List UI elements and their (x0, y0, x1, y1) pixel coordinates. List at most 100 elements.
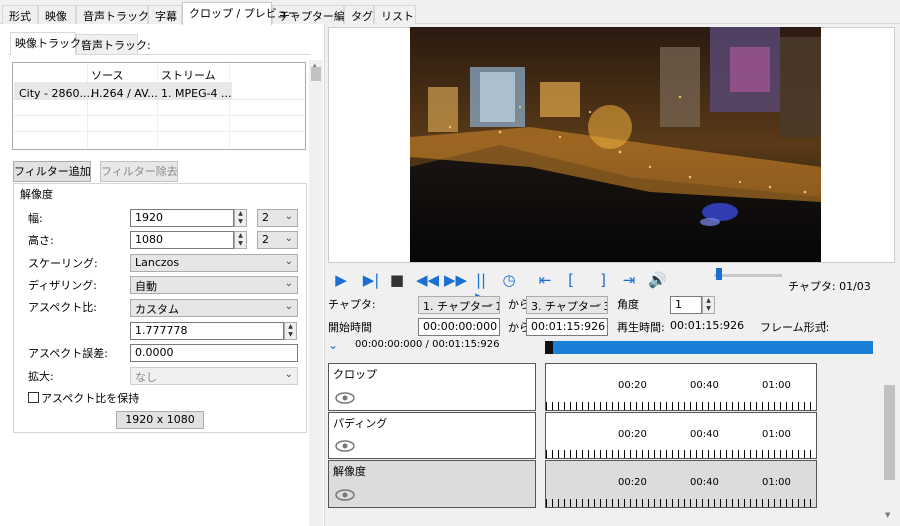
height-label: 高さ: (28, 234, 54, 247)
stop-icon[interactable]: ■ (388, 271, 406, 289)
tab-crop-preview[interactable]: クロップ / プレビュー (182, 2, 299, 25)
start-time-input[interactable]: 00:00:00:000 (418, 318, 500, 336)
ruler-label: 00:20 (618, 477, 647, 488)
tab-subtitles[interactable]: 字幕 (148, 5, 182, 24)
subtab-audio-track[interactable]: 音声トラック: (76, 34, 151, 54)
scaling-label: スケーリング: (28, 257, 98, 270)
tab-format[interactable]: 形式 (2, 5, 38, 24)
timeline-ruler-crop[interactable]: 00:20 00:40 01:00 (545, 363, 817, 411)
clock-icon[interactable]: ◷ (500, 271, 518, 289)
next-chapter-icon[interactable]: ||▶ (472, 271, 490, 307)
table-cell-name: City - 2860.... (19, 87, 94, 100)
table-cell-source: H.264 / AV... (91, 87, 158, 100)
ruler-label: 00:20 (618, 429, 647, 440)
width-input[interactable]: 1920 (130, 209, 234, 227)
height-spinner[interactable]: ▲ ▼ (234, 231, 247, 249)
timeline-ruler-resolution[interactable]: 00:20 00:40 01:00 (545, 460, 817, 508)
timeline-track-padding[interactable]: パディング (328, 412, 536, 459)
aspect-number-input[interactable]: 1.777778 (130, 322, 284, 340)
left-scrollbar[interactable]: ▲ (309, 60, 323, 526)
width-label: 幅: (28, 212, 43, 225)
chapter-label: チャプタ: (328, 298, 376, 311)
go-to-start-icon[interactable]: ⇤ (536, 271, 554, 289)
angle-spinner[interactable]: ▲ ▼ (702, 296, 715, 314)
timeline-track-crop[interactable]: クロップ (328, 363, 536, 411)
track-table: ソース ストリーム City - 2860.... H.264 / AV... … (12, 62, 306, 150)
width-multiple-select[interactable]: 2 ⌄ (257, 209, 298, 227)
scaling-select[interactable]: Lanczos ⌄ (130, 254, 298, 272)
volume-icon[interactable]: 🔊 (648, 271, 667, 289)
track-label-padding: パディング (333, 417, 388, 430)
go-to-end-icon[interactable]: ⇥ (620, 271, 638, 289)
ruler-label: 01:00 (762, 429, 791, 440)
aspect-select[interactable]: カスタム ⌄ (130, 299, 298, 317)
resolution-size-button[interactable]: 1920 x 1080 (116, 411, 204, 429)
ruler-label: 00:40 (690, 477, 719, 488)
start-time-label: 開始時間 (328, 321, 372, 334)
playback-progress-bar[interactable] (545, 341, 873, 354)
table-header-stream[interactable]: ストリーム (161, 67, 216, 83)
table-cell-stream: 1. MPEG-4 ... (161, 87, 232, 100)
angle-label: 角度 (617, 298, 639, 311)
width-spinner[interactable]: ▲ ▼ (234, 209, 247, 227)
height-multiple-value: 2 (262, 233, 269, 246)
aspect-error-label: アスペクト誤差: (28, 347, 108, 360)
zoom-value: なし (135, 371, 157, 384)
mark-out-icon[interactable]: ] (594, 271, 612, 289)
aspect-error-input[interactable]: 0.0000 (130, 344, 298, 362)
tab-tags[interactable]: タグ (344, 5, 374, 24)
ruler-label: 00:20 (618, 380, 647, 391)
dither-label: ディザリング: (28, 279, 97, 292)
height-multiple-select[interactable]: 2 ⌄ (257, 231, 298, 249)
rewind-icon[interactable]: ◀◀ (416, 271, 439, 289)
eye-icon[interactable] (335, 489, 355, 501)
playhead[interactable] (545, 341, 553, 354)
eye-icon[interactable] (335, 440, 355, 452)
chevron-down-icon[interactable]: ⌄ (328, 339, 342, 351)
aspect-label: アスペクト比: (28, 301, 97, 314)
video-frame[interactable] (410, 27, 821, 262)
eye-icon[interactable] (335, 392, 355, 404)
keep-aspect-label[interactable]: アスペクト比を保持 (41, 390, 139, 406)
chevron-down-icon: ⌄ (284, 256, 293, 267)
remove-filter-button: フィルター除去 (100, 161, 178, 182)
timeline-track-resolution[interactable]: 解像度 (328, 460, 536, 508)
volume-slider[interactable] (714, 274, 782, 277)
timeline-ruler-padding[interactable]: 00:20 00:40 01:00 (545, 412, 817, 459)
fast-forward-icon[interactable]: ▶▶ (444, 271, 467, 289)
chapter-to-select[interactable]: 3. チャプター 3 ⌄ (526, 296, 608, 314)
chevron-down-icon: ⌄ (284, 369, 293, 380)
time-readout: 00:00:00:000 / 00:01:15:926 (355, 339, 500, 349)
keep-aspect-checkbox[interactable] (28, 392, 39, 403)
tab-audio-track-1[interactable]: 音声トラック 1 (76, 5, 160, 24)
table-header-source[interactable]: ソース (91, 67, 123, 83)
aspect-number-spinner[interactable]: ▲ ▼ (284, 322, 297, 340)
city-night-image (410, 27, 821, 262)
tab-video[interactable]: 映像 (38, 5, 76, 24)
frame-type-label: フレーム形式: (760, 321, 830, 334)
angle-input[interactable]: 1 (670, 296, 702, 314)
subtab-video-track[interactable]: 映像トラック: (10, 32, 85, 55)
zoom-select: なし ⌄ (130, 367, 298, 385)
step-forward-icon[interactable]: ▶| (362, 271, 380, 289)
timeline-scrollbar[interactable]: ▼ (881, 363, 898, 521)
chevron-down-icon: ⌄ (284, 301, 293, 312)
tab-list[interactable]: リスト (374, 5, 416, 24)
volume-slider-thumb[interactable] (716, 268, 722, 280)
track-label-resolution: 解像度 (333, 465, 366, 478)
duration-value: 00:01:15:926 (670, 319, 745, 332)
ruler-label: 00:40 (690, 380, 719, 391)
mark-in-icon[interactable]: [ (562, 271, 580, 289)
width-multiple-value: 2 (262, 211, 269, 224)
height-input[interactable]: 1080 (130, 231, 234, 249)
add-filter-button[interactable]: フィルター追加 (13, 161, 91, 182)
chevron-down-icon: ⌄ (284, 233, 293, 244)
dither-value: 自動 (135, 280, 157, 293)
ruler-label: 01:00 (762, 477, 791, 488)
dither-select[interactable]: 自動 ⌄ (130, 276, 298, 294)
chevron-down-icon: ⌄ (284, 278, 293, 289)
chapter-from-select[interactable]: 1. チャプター 1 ⌄ (418, 296, 500, 314)
end-time-input[interactable]: 00:01:15:926 (526, 318, 608, 336)
scaling-value: Lanczos (135, 256, 180, 269)
play-icon[interactable]: ▶ (332, 271, 350, 289)
